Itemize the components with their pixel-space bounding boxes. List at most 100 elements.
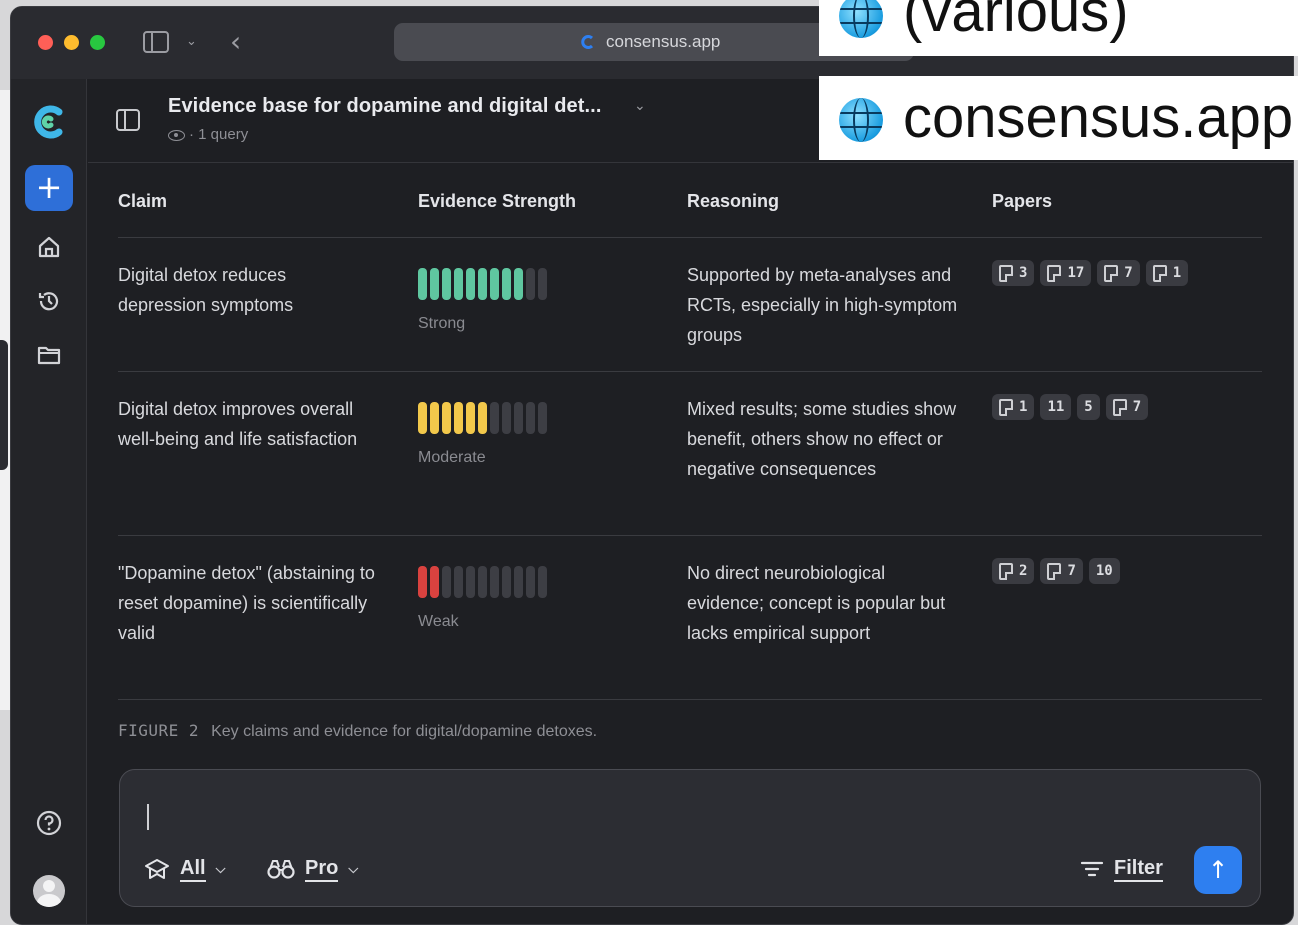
strength-bar xyxy=(502,402,511,434)
globe-icon xyxy=(839,98,883,142)
source-label-domain: consensus.app xyxy=(819,76,1298,160)
strength-bar xyxy=(490,402,499,434)
strength-meter xyxy=(418,566,547,598)
strength-bar xyxy=(478,566,487,598)
reasoning-text: Mixed results; some studies show benefit… xyxy=(687,399,957,479)
paper-chip[interactable]: 10 xyxy=(1088,558,1120,584)
strength-bar xyxy=(430,402,439,434)
paper-chip[interactable]: 7 xyxy=(1105,394,1149,420)
paper-chip[interactable]: 1 xyxy=(1145,260,1189,286)
home-icon[interactable] xyxy=(35,233,63,261)
table-row: Digital detox improves overall well-bein… xyxy=(118,372,1262,536)
column-header-evidence-strength: Evidence Strength xyxy=(418,191,577,211)
strength-meter xyxy=(418,268,547,300)
graduation-cap-icon xyxy=(145,859,169,879)
paper-chips: 2 7 10 xyxy=(992,550,1262,584)
paper-count: 10 xyxy=(1095,563,1113,579)
sidebar-toggle-icon[interactable] xyxy=(143,31,169,53)
paper-count: 17 xyxy=(1067,265,1085,281)
claim-text: "Dopamine detox" (abstaining to reset do… xyxy=(118,563,375,643)
page-title[interactable]: Evidence base for dopamine and digital d… xyxy=(168,95,601,118)
strength-bar xyxy=(442,402,451,434)
strength-bar xyxy=(538,268,547,300)
strength-bar xyxy=(502,566,511,598)
figure-tag: FIGURE 2 xyxy=(118,721,200,740)
chevron-down-icon: ⌵ xyxy=(215,861,226,876)
chevron-down-icon[interactable]: ⌄ xyxy=(186,33,197,49)
zoom-window-button[interactable] xyxy=(90,35,105,50)
folder-icon[interactable] xyxy=(35,341,63,369)
source-label-text: (various) xyxy=(903,0,1129,44)
evidence-strength: Moderate xyxy=(418,394,547,468)
document-icon xyxy=(1152,264,1167,282)
new-search-button[interactable]: + xyxy=(25,165,73,211)
paper-count: 3 xyxy=(1019,265,1028,281)
strength-bar xyxy=(454,402,463,434)
filter-button[interactable]: Filter xyxy=(1080,856,1163,882)
paper-chips: 1 11 5 7 xyxy=(992,386,1262,420)
paper-chip[interactable]: 17 xyxy=(1040,260,1092,286)
document-icon xyxy=(1112,398,1127,416)
paper-chip[interactable]: 7 xyxy=(1097,260,1140,286)
strength-bar xyxy=(538,402,547,434)
source-label-various: (various) xyxy=(819,0,1298,56)
paper-chip[interactable]: 2 xyxy=(992,558,1035,584)
document-icon xyxy=(999,264,1013,282)
document-icon xyxy=(1047,562,1062,580)
send-button[interactable]: ↑ xyxy=(1194,846,1242,894)
paper-chip[interactable]: 5 xyxy=(1077,394,1100,420)
query-composer[interactable]: All ⌵ Pro ⌵ Filter ↑ xyxy=(119,769,1261,907)
mode-selector[interactable]: Pro ⌵ xyxy=(267,856,358,882)
strength-bar xyxy=(490,566,499,598)
strength-bar xyxy=(418,268,427,300)
table-row: Digital detox reduces depression symptom… xyxy=(118,238,1262,372)
claim-text: Digital detox reduces depression symptom… xyxy=(118,265,294,315)
document-icon xyxy=(1047,264,1062,282)
paper-count: 1 xyxy=(1172,265,1182,281)
paper-chip[interactable]: 7 xyxy=(1040,558,1083,584)
strength-bar xyxy=(478,402,487,434)
reasoning-text: Supported by meta-analyses and RCTs, esp… xyxy=(687,265,958,345)
history-icon[interactable] xyxy=(35,287,63,315)
paper-count: 1 xyxy=(1019,399,1028,415)
strength-bar xyxy=(466,402,475,434)
table-row: "Dopamine detox" (abstaining to reset do… xyxy=(118,536,1262,700)
url-text: consensus.app xyxy=(606,32,721,51)
strength-bar xyxy=(418,402,427,434)
strength-bar xyxy=(466,268,475,300)
strength-bar xyxy=(514,402,523,434)
avatar[interactable] xyxy=(33,875,65,907)
paper-chip[interactable]: 11 xyxy=(1040,394,1072,420)
paper-count: 11 xyxy=(1047,399,1065,415)
paper-count: 2 xyxy=(1019,563,1028,579)
strength-bar xyxy=(502,268,511,300)
help-icon[interactable] xyxy=(35,809,63,837)
filter-icon xyxy=(1080,861,1104,877)
paper-chip-list: 1 11 5 7 xyxy=(992,394,1262,420)
consensus-logo-icon[interactable] xyxy=(29,103,67,141)
scope-label: All xyxy=(180,856,206,882)
strength-label: Weak xyxy=(418,613,459,630)
minimize-window-button[interactable] xyxy=(64,35,79,50)
evidence-strength: Weak xyxy=(418,558,547,632)
panel-toggle-icon[interactable] xyxy=(116,109,140,131)
paper-chip[interactable]: 3 xyxy=(992,260,1035,286)
column-header-papers: Papers xyxy=(992,191,1053,211)
back-icon[interactable]: ‹ xyxy=(230,25,241,58)
strength-bar xyxy=(466,566,475,598)
strength-bar xyxy=(514,566,523,598)
strength-bar xyxy=(418,566,427,598)
close-window-button[interactable] xyxy=(38,35,53,50)
strength-bar xyxy=(526,268,535,300)
chevron-down-icon[interactable]: ⌄ xyxy=(634,97,646,114)
paper-chip[interactable]: 1 xyxy=(992,394,1035,420)
claim-text: Digital detox improves overall well-bein… xyxy=(118,399,358,449)
paper-count: 5 xyxy=(1084,399,1093,415)
document-icon xyxy=(999,398,1013,416)
evidence-table: Claim Evidence Strength Reasoning Papers… xyxy=(118,163,1262,700)
scope-selector[interactable]: All ⌵ xyxy=(144,856,225,882)
strength-bar xyxy=(442,268,451,300)
site-favicon-icon xyxy=(581,35,594,49)
background-panel xyxy=(0,340,8,470)
figure-caption: FIGURE 2 Key claims and evidence for digi… xyxy=(118,721,597,741)
